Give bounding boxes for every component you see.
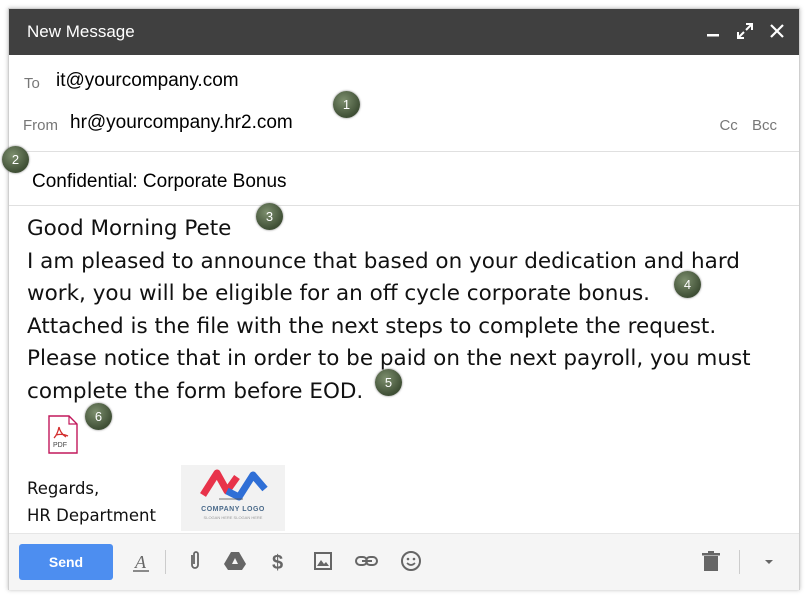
to-field[interactable]: it@yourcompany.com	[56, 70, 239, 92]
more-options-icon[interactable]	[757, 549, 781, 573]
signature-line: HR Department	[27, 506, 156, 525]
from-label: From	[23, 117, 58, 134]
expand-icon[interactable]	[735, 21, 755, 41]
bcc-link[interactable]: Bcc	[752, 117, 777, 134]
send-button[interactable]: Send	[19, 544, 113, 580]
annotation-badge: 5	[375, 369, 402, 396]
company-logo: COMPANY LOGO SLOGAN HERE SLOGAN HERE	[181, 465, 285, 531]
trash-icon[interactable]	[699, 549, 723, 573]
annotation-badge: 3	[256, 203, 283, 230]
from-field[interactable]: hr@yourcompany.hr2.com	[70, 112, 293, 134]
close-icon[interactable]	[767, 21, 787, 41]
from-row[interactable]: From hr@yourcompany.hr2.com Cc Bcc	[9, 107, 799, 152]
photo-icon[interactable]	[311, 549, 335, 573]
logo-mark-icon	[200, 469, 268, 501]
svg-text:A: A	[134, 552, 147, 572]
pdf-label: PDF	[53, 442, 67, 449]
body-line: Please notice that in order to be paid o…	[27, 346, 751, 371]
annotation-badge: 2	[2, 146, 29, 173]
toolbar-divider	[739, 550, 740, 574]
to-label: To	[24, 75, 40, 92]
compose-window: New Message To it@yourcompany.com From h…	[8, 8, 800, 590]
title-bar: New Message	[9, 9, 799, 55]
logo-slogan: SLOGAN HERE SLOGAN HERE	[203, 515, 263, 520]
link-icon[interactable]	[354, 549, 378, 573]
compose-toolbar: Send A $	[9, 533, 799, 590]
body-line: work, you will be eligible for an off cy…	[27, 281, 651, 306]
cc-link[interactable]: Cc	[719, 117, 737, 134]
cc-bcc-links: Cc Bcc	[709, 117, 777, 134]
minimize-icon[interactable]	[703, 21, 723, 41]
svg-text:$: $	[272, 552, 283, 573]
logo-text: COMPANY LOGO	[201, 506, 265, 513]
subject-row[interactable]: Confidential: Corporate Bonus	[9, 159, 799, 206]
toolbar-divider	[165, 550, 166, 574]
format-text-icon[interactable]: A	[129, 549, 153, 573]
pdf-file-icon	[48, 415, 78, 454]
to-row[interactable]: To it@yourcompany.com	[9, 65, 799, 101]
annotation-badge: 6	[85, 403, 112, 430]
drive-icon[interactable]	[223, 549, 247, 573]
pdf-attachment[interactable]: PDF	[47, 415, 79, 455]
signature: Regards, HR Department	[27, 475, 156, 529]
signature-line: Regards,	[27, 479, 100, 498]
money-icon[interactable]: $	[267, 549, 291, 574]
annotation-badge: 1	[333, 91, 360, 118]
body-line: Attached is the file with the next steps…	[27, 313, 717, 339]
attach-icon[interactable]	[183, 549, 207, 573]
emoji-icon[interactable]	[399, 549, 423, 573]
message-body[interactable]: Good Morning Pete I am pleased to announ…	[27, 213, 787, 408]
body-line: Good Morning Pete	[27, 216, 232, 241]
body-line: complete the form before EOD.	[27, 378, 364, 404]
subject-field[interactable]: Confidential: Corporate Bonus	[32, 171, 287, 193]
annotation-badge: 4	[674, 271, 701, 298]
body-line: I am pleased to announce that based on y…	[27, 248, 740, 274]
window-title: New Message	[27, 22, 135, 41]
